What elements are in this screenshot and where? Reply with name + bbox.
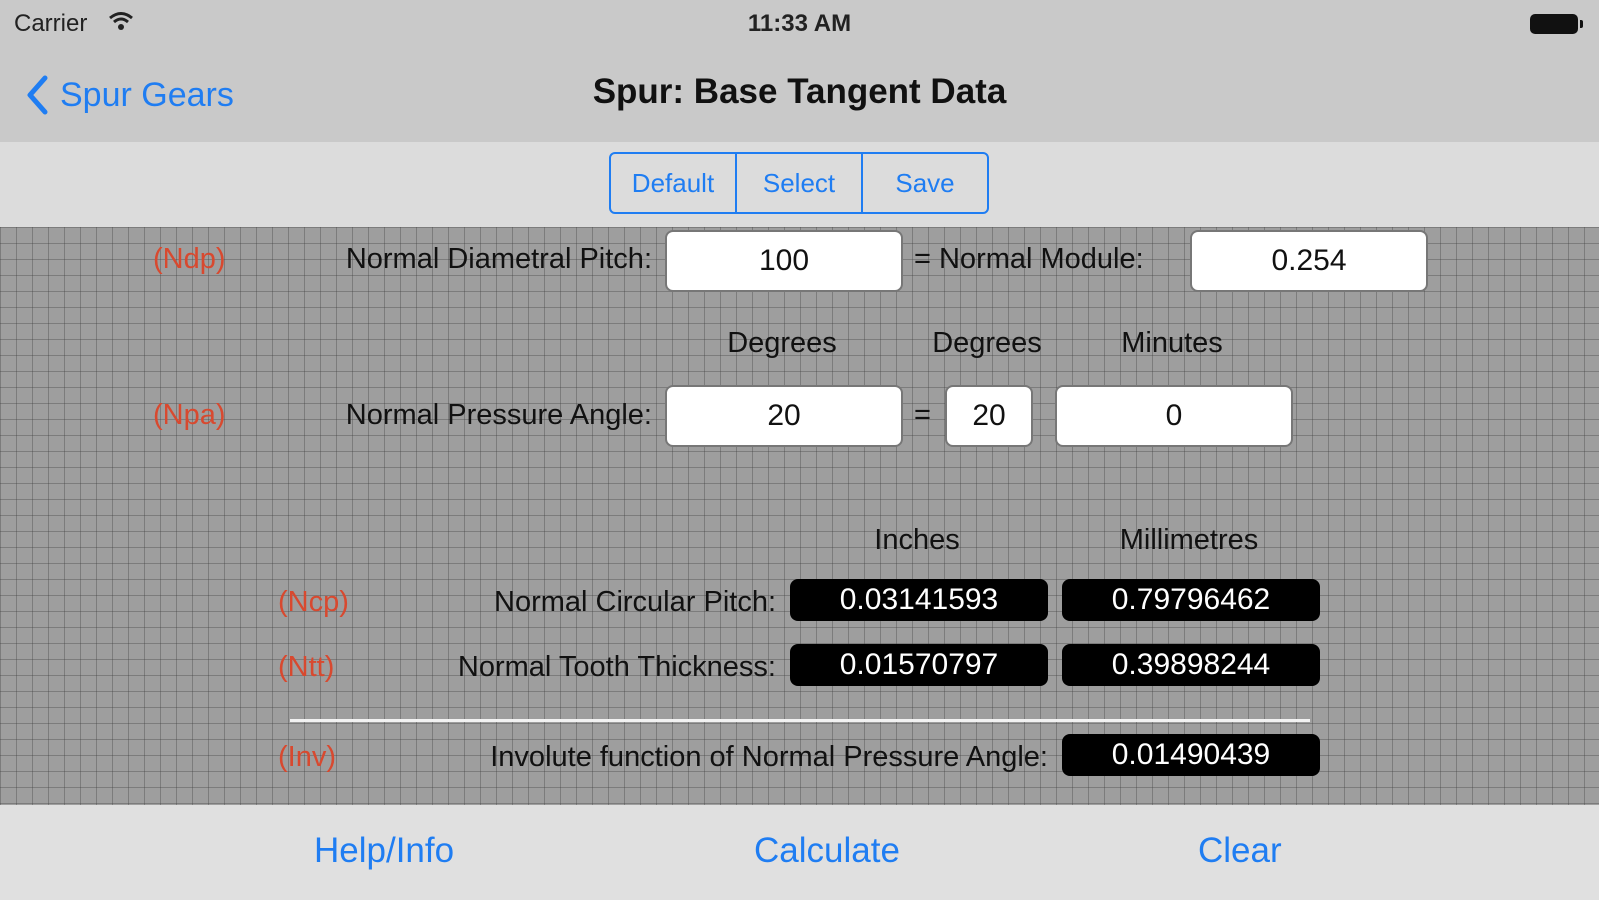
pressure-angle-degrees-input[interactable]: 20 [665,385,903,447]
npa-code: (Npa) [153,399,226,431]
equals-sign: = [914,399,931,431]
normal-module-label: = Normal Module: [914,243,1144,275]
help-info-button[interactable]: Help/Info [314,831,454,871]
toolbar: Default Select Save [0,142,1599,227]
ncp-code: (Ncp) [278,586,349,618]
save-button[interactable]: Save [861,154,987,212]
select-button[interactable]: Select [735,154,861,212]
circular-pitch-mm-value: 0.79796462 [1062,579,1320,621]
millimetres-header: Millimetres [1119,524,1259,556]
tooth-thickness-inches-value: 0.01570797 [790,644,1048,686]
involute-label: Involute function of Normal Pressure Ang… [490,741,1048,773]
diametral-pitch-label: Normal Diametral Pitch: [345,243,652,275]
inches-header: Inches [874,524,960,556]
page-title: Spur: Base Tangent Data [592,72,1007,111]
ntt-code: (Ntt) [278,651,335,683]
circular-pitch-inches-value: 0.03141593 [790,579,1048,621]
clear-button[interactable]: Clear [1198,831,1282,871]
inv-code: (Inv) [278,741,336,773]
involute-value: 0.01490439 [1062,734,1320,776]
minutes-header: Minutes [1121,327,1223,359]
segmented-control: Default Select Save [609,152,989,214]
navigation-bar: Spur Gears Spur: Base Tangent Data [0,48,1599,142]
degrees-header-2: Degrees [932,327,1042,359]
pressure-angle-minutes-input[interactable]: 0 [1055,385,1293,447]
divider [290,719,1310,722]
tooth-thickness-mm-value: 0.39898244 [1062,644,1320,686]
circular-pitch-label: Normal Circular Pitch: [494,586,776,618]
tooth-thickness-label: Normal Tooth Thickness: [457,651,776,683]
default-button[interactable]: Default [611,154,735,212]
pressure-angle-label: Normal Pressure Angle: [345,399,652,431]
normal-module-input[interactable]: 0.254 [1190,230,1428,292]
calculate-button[interactable]: Calculate [754,831,900,871]
status-bar: Carrier 11:33 AM [0,0,1599,48]
ndp-code: (Ndp) [153,243,226,275]
main-content: (Ndp) Normal Diametral Pitch: 100 = Norm… [0,227,1599,805]
degrees-header: Degrees [727,327,837,359]
battery-icon [1530,14,1583,34]
diametral-pitch-input[interactable]: 100 [665,230,903,292]
status-time: 11:33 AM [747,10,852,37]
pressure-angle-deg-input[interactable]: 20 [945,385,1033,447]
bottom-toolbar: Help/Info Calculate Clear [0,805,1599,900]
